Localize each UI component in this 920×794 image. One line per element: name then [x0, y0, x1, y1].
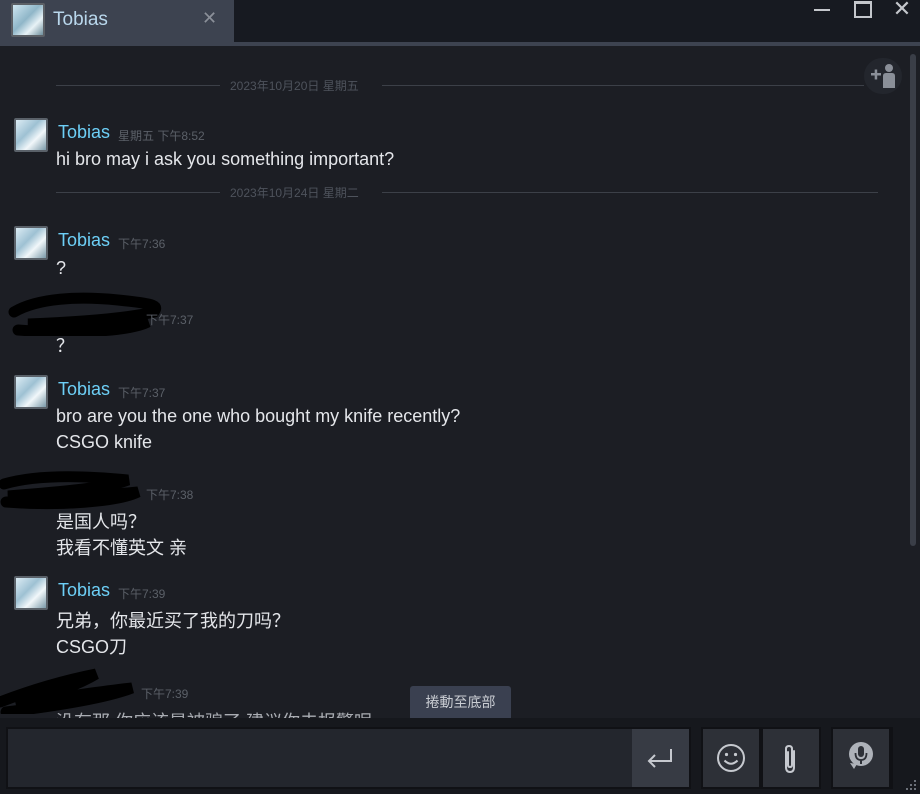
- sender-name[interactable]: Tobias: [58, 379, 110, 400]
- message-text: hi bro may i ask you something important…: [56, 149, 395, 169]
- add-friend-icon: [871, 64, 895, 88]
- redaction-scribble: [8, 292, 162, 336]
- add-friend-button[interactable]: [864, 58, 902, 94]
- scrollbar-thumb[interactable]: [910, 54, 916, 546]
- message-time: 下午7:39: [118, 587, 166, 601]
- message-text: 没有那 你应该是被骗了 建议你去报警呢: [56, 708, 372, 718]
- date-separator: 2023年10月20日 星期五: [0, 76, 900, 96]
- enter-arrow-icon: [647, 749, 672, 768]
- scroll-to-bottom-button[interactable]: 捲動至底部: [410, 686, 511, 718]
- paperclip-icon: [785, 744, 795, 774]
- message-text: 兄弟，你最近买了我的刀吗？: [56, 611, 290, 631]
- maximize-button[interactable]: [847, 0, 877, 20]
- message-time: 下午7:39: [141, 687, 189, 701]
- avatar[interactable]: [14, 118, 48, 152]
- message-time: 星期五 下午8:52: [118, 129, 205, 143]
- message-time: 下午7:38: [146, 488, 194, 502]
- close-tab-icon[interactable]: ✕: [202, 8, 217, 29]
- emoji-button[interactable]: [703, 729, 759, 787]
- resize-grip-icon[interactable]: [904, 778, 918, 792]
- composer-tools: [701, 727, 821, 789]
- avatar[interactable]: [14, 226, 48, 260]
- voice-tools: [831, 727, 893, 789]
- send-button[interactable]: [632, 729, 689, 787]
- tab-avatar: [11, 3, 45, 37]
- message-text: ？: [56, 336, 74, 356]
- message-time: 下午7:36: [118, 237, 166, 251]
- message-text: CSGO knife: [56, 432, 153, 452]
- message-input[interactable]: [6, 727, 691, 789]
- message-text: CSGO刀: [56, 637, 128, 657]
- tab-name: Tobias: [53, 9, 108, 30]
- message-text: 我看不懂英文 亲: [56, 538, 188, 558]
- chat-tab[interactable]: Tobias ✕: [0, 0, 234, 42]
- message-text: 是国人吗？: [56, 512, 146, 532]
- message-time: 下午7:37: [118, 386, 166, 400]
- sender-name[interactable]: Tobias: [58, 230, 110, 251]
- maximize-icon: [854, 1, 872, 18]
- avatar[interactable]: [14, 375, 48, 409]
- avatar[interactable]: [14, 576, 48, 610]
- message-text: ?: [56, 258, 67, 278]
- sender-name[interactable]: Tobias: [58, 580, 110, 601]
- message-time: 下午7:37: [146, 313, 194, 327]
- minimize-button[interactable]: [808, 0, 838, 20]
- attach-button[interactable]: [763, 729, 819, 787]
- date-separator-text: 2023年10月24日 星期二: [230, 186, 359, 200]
- redaction-scribble: [0, 471, 141, 510]
- microphone-icon: [849, 742, 873, 769]
- message-text: bro are you the one who bought my knife …: [56, 406, 461, 426]
- smiley-icon: [717, 744, 745, 772]
- sender-name[interactable]: Tobias: [58, 122, 110, 143]
- voice-button[interactable]: [833, 729, 889, 787]
- date-separator: 2023年10月24日 星期二: [0, 183, 900, 203]
- window-close-button[interactable]: ✕: [887, 0, 917, 21]
- chat-log[interactable]: 2023年10月20日 星期五 Tobias 星期五 下午8:52 hi bro…: [0, 46, 908, 718]
- minimize-icon: [814, 9, 830, 11]
- date-separator-text: 2023年10月20日 星期五: [230, 79, 359, 93]
